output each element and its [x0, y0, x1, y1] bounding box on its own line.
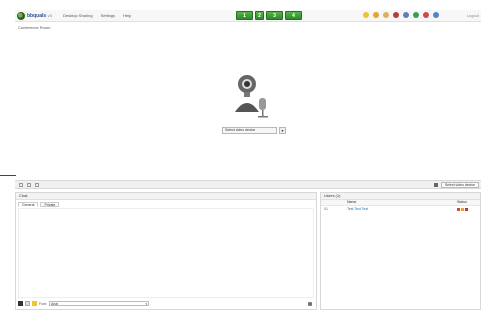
- chat-messages[interactable]: [18, 208, 314, 298]
- menu-item-settings[interactable]: Settings: [101, 13, 115, 18]
- speaker-toggle-icon[interactable]: [35, 183, 39, 187]
- stop-icon[interactable]: [423, 12, 429, 18]
- chat-title: Chat: [16, 193, 316, 200]
- bell-icon[interactable]: [363, 12, 369, 18]
- font-label: Font:: [39, 301, 47, 306]
- smiley-icon[interactable]: [32, 301, 37, 306]
- chat-tabs: General Private: [16, 200, 316, 207]
- user-small-icon: [433, 183, 438, 187]
- tab-general[interactable]: General: [18, 202, 39, 207]
- toolbar-icons: [363, 12, 439, 18]
- person-icon[interactable]: [403, 12, 409, 18]
- bold-icon[interactable]: [18, 301, 23, 306]
- menu-item-help[interactable]: Help: [123, 13, 131, 18]
- room-button-4[interactable]: 4: [285, 11, 302, 20]
- table-row[interactable]: 01 Test Test Test: [321, 206, 480, 213]
- app-logo[interactable]: bbquals v3: [17, 12, 52, 20]
- room-button-3[interactable]: 3: [266, 11, 283, 20]
- main-menu: Desktop Sharing Settings Help: [63, 13, 131, 18]
- media-toolbar: Select video device: [15, 180, 481, 189]
- chat-input-bar: Font: Arial ▾: [18, 300, 314, 307]
- color-icon[interactable]: [25, 301, 30, 306]
- top-bar: bbquals v3 Desktop Sharing Settings Help…: [15, 10, 481, 22]
- tab-private[interactable]: Private: [40, 202, 60, 207]
- room-button-2[interactable]: 2: [255, 11, 264, 20]
- webcam-icon: [235, 75, 268, 118]
- chevron-down-icon: ▾: [145, 302, 147, 306]
- video-device-label[interactable]: Select video device: [222, 127, 277, 134]
- users-panel: Users (1) Name Status 01 Test Test Test: [320, 192, 481, 310]
- video-device-button[interactable]: Select video device: [440, 182, 479, 188]
- divider-line: [0, 175, 16, 176]
- chat-panel: Chat General Private Font: Arial ▾: [15, 192, 317, 310]
- kick-icon[interactable]: [465, 208, 468, 211]
- send-icon[interactable]: [308, 301, 312, 306]
- users-title: Users (1): [321, 193, 480, 200]
- logo-text: bbquals v3: [27, 13, 52, 19]
- room-controls: 1 2 3 4: [236, 11, 302, 20]
- logout-link[interactable]: Logout: [467, 13, 479, 18]
- record-icon[interactable]: [413, 12, 419, 18]
- video-device-dropdown-button[interactable]: ▾: [279, 127, 286, 134]
- info-icon[interactable]: [433, 12, 439, 18]
- video-device-select[interactable]: Select video device ▾: [222, 127, 286, 134]
- camera-toggle-icon[interactable]: [19, 183, 23, 187]
- lock-icon[interactable]: [373, 12, 379, 18]
- menu-item-desktop-sharing[interactable]: Desktop Sharing: [63, 13, 93, 18]
- folder-icon[interactable]: [383, 12, 389, 18]
- font-select[interactable]: Arial ▾: [48, 301, 149, 306]
- mic-toggle-icon[interactable]: [27, 183, 31, 187]
- logo-icon: [17, 12, 25, 20]
- user-icon[interactable]: [393, 12, 399, 18]
- video-status-icon: [457, 208, 460, 211]
- room-button-1[interactable]: 1: [236, 11, 253, 20]
- mic-status-icon: [461, 208, 464, 211]
